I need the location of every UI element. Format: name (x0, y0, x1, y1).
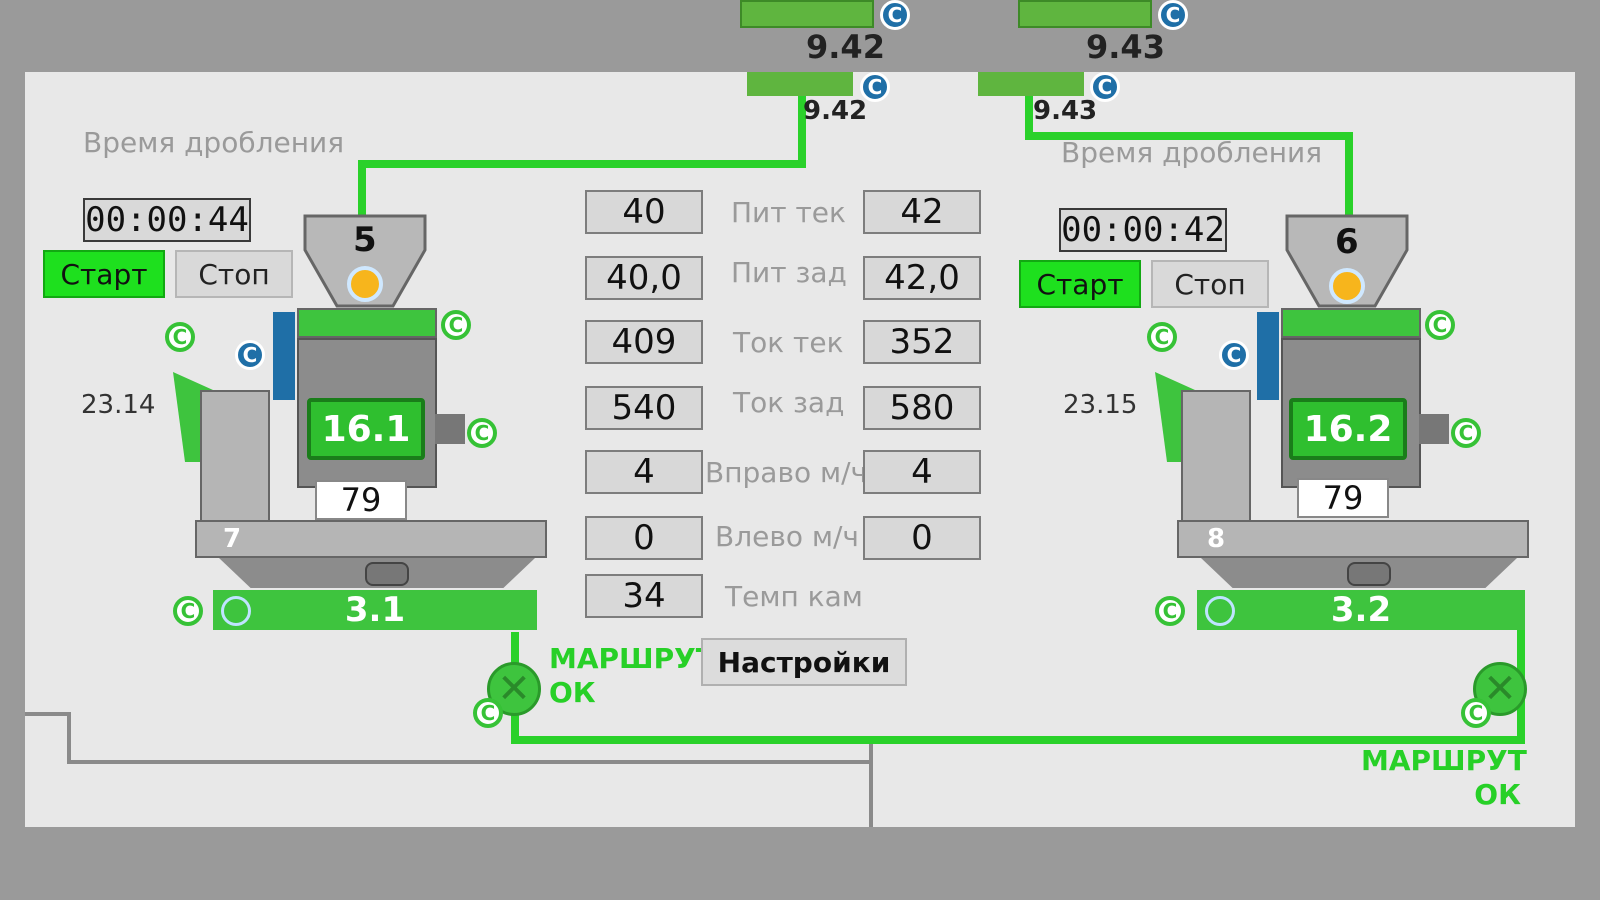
gray-pipe (67, 760, 872, 764)
vibro-feeder-right[interactable] (1281, 308, 1421, 338)
status-lamp-left (347, 266, 383, 302)
settings-button[interactable]: Настройки (701, 638, 907, 686)
status-lamp-right (1329, 268, 1365, 304)
crushing-timer-right: 00:00:42 (1059, 208, 1227, 252)
crusher-base-right (1177, 520, 1529, 558)
feed-pipe-left (358, 160, 806, 168)
gray-pipe (67, 712, 71, 762)
side-value-left: 23.14 (81, 390, 156, 420)
feed-pipe-left (358, 160, 366, 218)
c-badge-conveyor-right[interactable]: C (1155, 596, 1185, 626)
stop-button-right[interactable]: Стоп (1151, 260, 1269, 308)
timer-label-right: Время дробления (1061, 136, 1323, 169)
c-badge-valve-left[interactable]: C (473, 698, 503, 728)
crusher-id-right[interactable]: 16.2 (1289, 398, 1407, 460)
c-badge-valve-right[interactable]: C (1461, 698, 1491, 728)
c-badge-motor-right[interactable]: C (1147, 322, 1177, 352)
c-badge-blue-left[interactable]: C (235, 340, 265, 370)
right-value-pit-zad[interactable]: 42,0 (863, 256, 981, 300)
background-value-left: 9.42 (806, 28, 885, 66)
right-value-vpravo: 4 (863, 450, 981, 494)
conveyor-left[interactable]: 3.1 (213, 590, 537, 630)
feed-pipe-right (1345, 132, 1353, 218)
drain-left (365, 562, 409, 586)
hopper-number-left: 5 (353, 220, 377, 260)
crusher-load-left: 79 (315, 480, 407, 520)
c-badge-crusher-left[interactable]: C (467, 418, 497, 448)
start-button-left[interactable]: Старт (43, 250, 165, 298)
background-value-right: 9.43 (1086, 28, 1165, 66)
left-value-vpravo: 4 (585, 450, 703, 494)
blue-bar-right (1257, 312, 1279, 400)
conveyor-motor-left (221, 596, 251, 626)
crusher-base-left (195, 520, 547, 558)
feeder-right[interactable] (978, 72, 1084, 96)
background-c-badge-left: C (880, 0, 910, 30)
scada-panel: C C 9.42 9.43 Время дробления 00:00:44 С… (25, 72, 1575, 827)
side-value-right: 23.15 (1063, 390, 1138, 420)
left-value-vlevo: 0 (585, 516, 703, 560)
base-number-left: 7 (223, 524, 242, 554)
route-pipe (511, 736, 1525, 744)
stop-button-left[interactable]: Стоп (175, 250, 293, 298)
route-status-left: МАРШРУТ ОК (549, 642, 715, 710)
right-value-tok-zad[interactable]: 580 (863, 386, 981, 430)
feeder-value-left: 9.42 (803, 96, 868, 126)
feeder-value-right: 9.43 (1033, 96, 1098, 126)
route-ok-right: ОК (1474, 778, 1521, 811)
crusher-shaft-left (435, 414, 465, 444)
c-badge-crusher-right[interactable]: C (1451, 418, 1481, 448)
start-button-right[interactable]: Старт (1019, 260, 1141, 308)
label-pit-tek: Пит тек (731, 196, 846, 229)
conveyor-motor-right (1205, 596, 1235, 626)
c-badge-vibro-right[interactable]: C (1425, 310, 1455, 340)
c-badge-blue-right[interactable]: C (1219, 340, 1249, 370)
route-status-right: МАРШРУТ ОК (1361, 744, 1527, 812)
drain-right (1347, 562, 1391, 586)
gray-pipe (25, 712, 70, 716)
label-tok-tek: Ток тек (733, 326, 844, 359)
background-c-badge-right: C (1158, 0, 1188, 30)
route-ok-left: ОК (549, 676, 596, 709)
blue-bar-left (273, 312, 295, 400)
gray-pipe (869, 740, 873, 827)
left-value-pit-tek: 40 (585, 190, 703, 234)
timer-label-left: Время дробления (83, 126, 345, 159)
left-value-tok-zad[interactable]: 540 (585, 386, 703, 430)
c-badge-motor-left[interactable]: C (165, 322, 195, 352)
background-feeder-left (740, 0, 874, 28)
crusher-load-right: 79 (1297, 478, 1389, 518)
feeder-left[interactable] (747, 72, 853, 96)
right-value-pit-tek: 42 (863, 190, 981, 234)
conveyor-right[interactable]: 3.2 (1197, 590, 1525, 630)
left-value-temp-kam: 34 (585, 574, 703, 618)
background-feeder-right (1018, 0, 1152, 28)
left-value-pit-zad[interactable]: 40,0 (585, 256, 703, 300)
base-number-right: 8 (1207, 524, 1226, 554)
c-badge-vibro-left[interactable]: C (441, 310, 471, 340)
crushing-timer-left: 00:00:44 (83, 198, 251, 242)
crusher-shaft-right (1419, 414, 1449, 444)
label-tok-zad: Ток зад (733, 386, 845, 419)
route-line-right: МАРШРУТ (1361, 744, 1527, 777)
left-value-tok-tek: 409 (585, 320, 703, 364)
c-badge-conveyor-left[interactable]: C (173, 596, 203, 626)
vibro-feeder-left[interactable] (297, 308, 437, 338)
hopper-number-right: 6 (1335, 222, 1359, 262)
crusher-id-left[interactable]: 16.1 (307, 398, 425, 460)
label-vlevo: Влево м/ч (715, 520, 859, 553)
route-line-left: МАРШРУТ (549, 642, 715, 675)
label-temp-kam: Темп кам (725, 580, 863, 613)
right-value-vlevo: 0 (863, 516, 981, 560)
right-value-tok-tek: 352 (863, 320, 981, 364)
label-pit-zad: Пит зад (731, 256, 847, 289)
label-vpravo: Вправо м/ч (705, 456, 863, 489)
